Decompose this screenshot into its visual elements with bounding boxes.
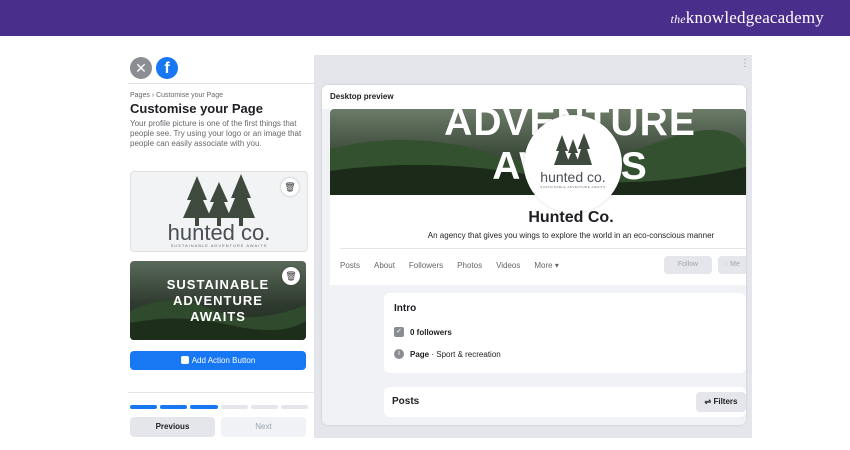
followers-row: ✓ 0 followers: [394, 327, 452, 337]
logo-tagline: SUSTAINABLE ADVENTURE AWAITS: [170, 243, 268, 248]
cover-photo-card[interactable]: SUSTAINABLE ADVENTURE AWAITS 🗑: [130, 261, 306, 340]
cover-line-3: AWAITS: [190, 309, 246, 324]
posts-title: Posts: [392, 396, 420, 407]
previous-button[interactable]: Previous: [130, 417, 215, 437]
intro-title: Intro: [394, 303, 417, 314]
check-icon: ✓: [394, 327, 404, 337]
filters-label: Filters: [713, 397, 738, 406]
category-row: i Page · Sport & recreation: [394, 349, 501, 359]
preview-area: ⋮ Desktop preview ADVENTURE AWAITS: [314, 55, 752, 438]
tab-photos[interactable]: Photos: [457, 261, 482, 270]
page-tabs: Posts About Followers Photos Videos More…: [340, 261, 559, 270]
avatar-wordmark: hunted co.: [540, 169, 606, 185]
step-1: [130, 405, 158, 409]
brand-logo: theknowledgeacademy: [671, 8, 824, 28]
customise-panel: ✕ f Pages › Customise your Page Customis…: [128, 55, 314, 438]
progress-steps: [130, 405, 309, 409]
filters-button[interactable]: ⇌ Filters: [696, 392, 746, 412]
cover-line-2: ADVENTURE: [173, 293, 263, 308]
divider: [128, 83, 314, 84]
step-4: [220, 405, 248, 409]
profile-picture-card[interactable]: hunted co. SUSTAINABLE ADVENTURE AWAITS …: [130, 171, 308, 252]
brand-name: knowledgeacademy: [685, 8, 824, 27]
header-banner: theknowledgeacademy: [0, 0, 850, 36]
tab-posts[interactable]: Posts: [340, 261, 360, 270]
trash-icon[interactable]: 🗑: [282, 267, 300, 285]
facebook-icon[interactable]: f: [156, 57, 178, 79]
add-action-button[interactable]: Add Action Button: [130, 351, 306, 370]
category-name: · Sport & recreation: [429, 349, 501, 359]
divider: [128, 392, 314, 393]
info-icon: i: [394, 349, 404, 359]
page-header-card: ADVENTURE AWAITS hunted co. SUSTAINABLE …: [330, 109, 746, 285]
profile-avatar[interactable]: hunted co. SUSTAINABLE ADVENTURE AWAITS: [524, 115, 622, 213]
category-type: Page: [410, 349, 430, 359]
close-icon: ✕: [135, 60, 147, 76]
follow-label: Follow: [677, 261, 699, 268]
trash-icon[interactable]: 🗑: [281, 178, 299, 196]
followers-count: 0 followers: [410, 327, 452, 337]
tab-more[interactable]: More ▾: [534, 261, 558, 270]
avatar-tagline: SUSTAINABLE ADVENTURE AWAITS: [540, 185, 606, 189]
facebook-glyph: f: [164, 60, 170, 77]
step-6: [280, 405, 309, 409]
intro-card: Intro ✓ 0 followers i Page · Sport & rec…: [384, 293, 746, 373]
tab-videos[interactable]: Videos: [496, 261, 520, 270]
add-action-label: Add Action Button: [191, 356, 256, 365]
tab-about[interactable]: About: [374, 261, 395, 270]
brand-prefix: the: [670, 12, 686, 26]
step-2: [160, 405, 188, 409]
close-button[interactable]: ✕: [130, 57, 152, 79]
follow-button[interactable]: Follow: [664, 256, 712, 274]
page-description: Your profile picture is one of the first…: [130, 119, 302, 148]
tab-followers[interactable]: Followers: [409, 261, 443, 270]
cover-line-1: SUSTAINABLE: [166, 277, 270, 292]
cover-text: SUSTAINABLE ADVENTURE AWAITS: [130, 277, 306, 325]
preview-header: Desktop preview: [322, 85, 746, 109]
message-label: Me: [730, 261, 740, 268]
page-title: Customise your Page: [130, 101, 263, 116]
message-button[interactable]: ◌ Me: [718, 256, 746, 274]
screenshot-frame: ✕ f Pages › Customise your Page Customis…: [128, 55, 752, 438]
desktop-preview: Desktop preview ADVENTURE AWAITS: [322, 85, 746, 425]
tree-icon: [554, 133, 592, 165]
next-button[interactable]: Next: [221, 417, 306, 437]
page-name: Hunted Co.: [528, 209, 614, 226]
preview-label: Desktop preview: [330, 92, 394, 101]
more-options-icon[interactable]: ⋮: [740, 58, 750, 69]
breadcrumb: Pages › Customise your Page: [130, 92, 223, 99]
step-5: [250, 405, 278, 409]
posts-card: Posts ⇌ Filters: [384, 387, 746, 417]
action-icon: [180, 356, 189, 364]
page-tagline: An agency that gives you wings to explor…: [427, 231, 715, 240]
divider: [340, 248, 746, 249]
step-3: [190, 405, 218, 409]
